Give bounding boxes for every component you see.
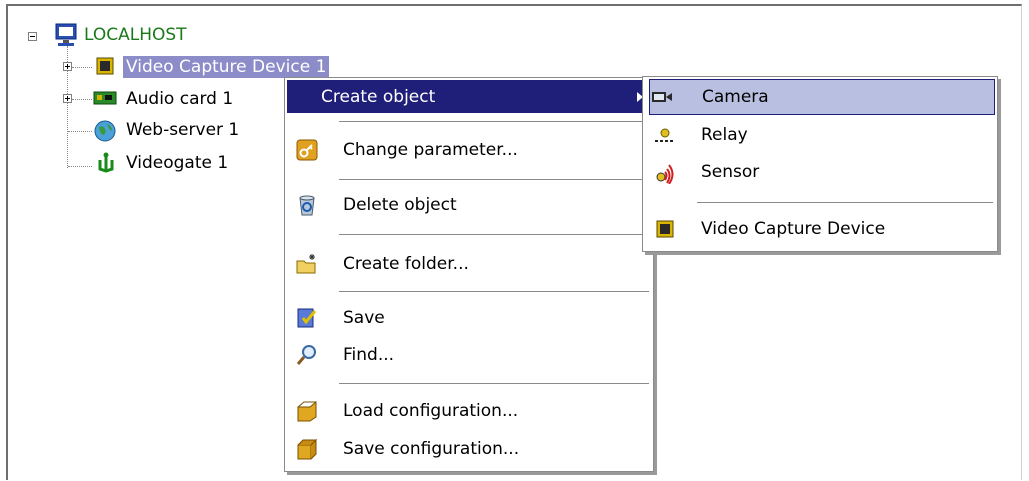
closed-box-icon — [297, 438, 318, 460]
menu-separator — [339, 291, 649, 293]
submenu-item-relay[interactable]: Relay — [645, 118, 995, 152]
menu-item-label: Save — [343, 308, 385, 328]
capture-card-icon — [96, 57, 114, 75]
relay-icon — [655, 128, 675, 142]
menu-item-change-parameter[interactable]: Change parameter... — [287, 133, 651, 167]
submenu-item-video-capture-device[interactable]: Video Capture Device — [645, 212, 995, 246]
menu-item-label: Delete object — [343, 195, 457, 215]
menu-item-label: Sensor — [701, 162, 760, 182]
tree-item-videogate[interactable]: Videogate 1 — [126, 152, 228, 174]
tree-connector — [72, 67, 92, 68]
menu-item-find[interactable]: Find... — [287, 338, 651, 372]
open-box-icon — [297, 400, 317, 422]
menu-item-label: Find... — [343, 345, 395, 365]
collapse-toggle[interactable] — [28, 32, 37, 41]
key-icon — [296, 139, 318, 161]
menu-item-label: Video Capture Device — [701, 219, 886, 239]
menu-item-load-configuration[interactable]: Load configuration... — [287, 394, 651, 428]
menu-item-label: Save configuration... — [343, 439, 520, 459]
menu-item-label: Relay — [701, 125, 748, 145]
new-folder-icon — [296, 254, 316, 274]
capture-card-icon — [656, 220, 674, 238]
menu-item-create-object[interactable]: Create object — [287, 80, 651, 113]
menu-item-delete-object[interactable]: Delete object — [287, 188, 651, 222]
expand-toggle[interactable] — [63, 62, 72, 71]
context-menu: Create object Change parameter... Delete… — [284, 77, 654, 472]
tree-item-audio-card[interactable]: Audio card 1 — [126, 88, 233, 110]
tree-item-video-capture-device[interactable]: Video Capture Device 1 — [123, 56, 330, 78]
tree-connector — [68, 166, 92, 167]
expand-toggle[interactable] — [63, 94, 72, 103]
audio-card-icon — [93, 91, 117, 105]
menu-item-save[interactable]: Save — [287, 301, 651, 335]
menu-item-label: Create folder... — [343, 254, 469, 274]
submenu-item-sensor[interactable]: Sensor — [645, 155, 995, 189]
menu-item-label: Change parameter... — [343, 140, 518, 160]
globe-icon — [94, 120, 116, 142]
camera-icon — [652, 92, 672, 102]
computer-icon — [55, 23, 77, 46]
menu-separator — [339, 121, 649, 123]
menu-item-label: Create object — [321, 86, 436, 107]
tree-item-web-server[interactable]: Web-server 1 — [126, 119, 239, 141]
menu-separator — [339, 383, 649, 385]
videogate-icon — [98, 152, 114, 173]
create-object-submenu: Camera Relay Sensor Video Capture Device — [642, 76, 998, 252]
submenu-item-camera[interactable]: Camera — [649, 79, 995, 115]
menu-separator — [339, 234, 649, 236]
menu-item-label: Load configuration... — [343, 401, 519, 421]
menu-item-save-configuration[interactable]: Save configuration... — [287, 432, 651, 466]
menu-separator — [339, 179, 649, 181]
sensor-icon — [656, 164, 674, 184]
menu-item-create-folder[interactable]: Create folder... — [287, 247, 651, 281]
tree-connector — [72, 99, 92, 100]
save-icon — [297, 308, 317, 328]
tree-connector — [68, 131, 92, 132]
magnifier-icon — [296, 345, 316, 365]
recycle-bin-icon — [299, 195, 315, 216]
menu-separator — [697, 202, 993, 204]
menu-item-label: Camera — [702, 87, 769, 107]
tree-root-label[interactable]: LOCALHOST — [84, 24, 187, 46]
